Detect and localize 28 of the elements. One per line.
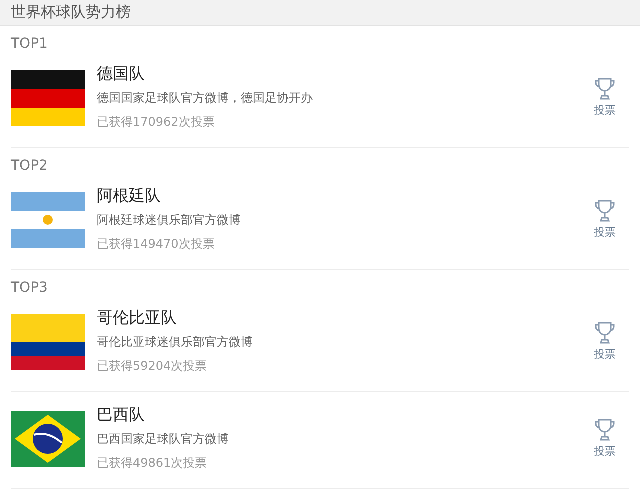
header-title: 世界杯球队势力榜	[11, 2, 131, 24]
vote-button[interactable]: 投票	[594, 76, 616, 120]
trophy-icon	[594, 418, 616, 442]
team-description: 哥伦比亚球迷俱乐部官方微博	[97, 334, 254, 351]
flag-icon	[11, 411, 85, 467]
flag-icon	[11, 192, 85, 248]
vote-button[interactable]: 投票	[594, 418, 616, 460]
team-name: 阿根廷队	[97, 186, 162, 206]
vote-button[interactable]: 投票	[594, 198, 616, 242]
team-description: 阿根廷球迷俱乐部官方微博	[97, 212, 242, 229]
team-name: 德国队	[97, 64, 146, 84]
rank-label: TOP2	[11, 156, 48, 176]
trophy-icon	[594, 198, 616, 223]
team-description: 巴西国家足球队官方微博	[97, 431, 230, 448]
vote-count: 已获得149470次投票	[97, 236, 216, 253]
trophy-icon	[594, 76, 616, 101]
team-description: 德国国家足球队官方微博，德国足协开办	[97, 90, 314, 107]
vote-count: 已获得49861次投票	[97, 455, 208, 472]
team-name: 哥伦比亚队	[97, 308, 178, 328]
vote-count: 已获得170962次投票	[97, 114, 216, 131]
vote-button[interactable]: 投票	[594, 320, 616, 364]
rank-label: TOP3	[11, 278, 48, 298]
flag-icon	[11, 70, 85, 126]
team-name: 巴西队	[97, 405, 146, 425]
trophy-icon	[594, 320, 616, 345]
rank-label: TOP1	[11, 34, 48, 54]
vote-count: 已获得59204次投票	[97, 358, 208, 375]
flag-icon	[11, 314, 85, 370]
